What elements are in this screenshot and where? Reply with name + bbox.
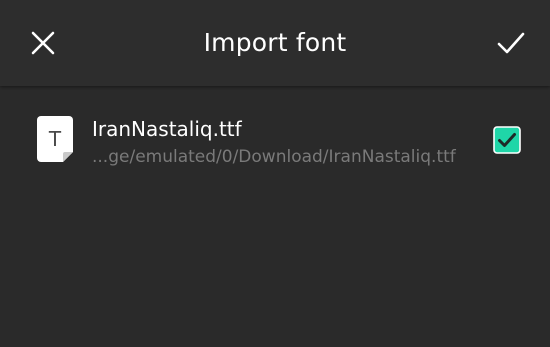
- checkbox-checked-icon: [493, 126, 521, 154]
- font-file-path: ...ge/emulated/0/Download/IranNastaliq.t…: [92, 147, 456, 167]
- import-font-screen: Import font T IranNastaliq.ttf ...ge/emu…: [0, 0, 550, 347]
- check-icon: [497, 32, 525, 54]
- font-file-name: IranNastaliq.ttf: [92, 117, 242, 141]
- font-file-letter: T: [48, 127, 62, 151]
- font-file-icon: T: [37, 116, 73, 162]
- font-list-item[interactable]: T IranNastaliq.ttf ...ge/emulated/0/Down…: [0, 86, 550, 194]
- page-title: Import font: [203, 28, 347, 57]
- app-bar: Import font: [0, 0, 550, 86]
- font-select-checkbox[interactable]: [493, 126, 521, 154]
- font-list: T IranNastaliq.ttf ...ge/emulated/0/Down…: [0, 86, 550, 194]
- confirm-button[interactable]: [490, 22, 532, 64]
